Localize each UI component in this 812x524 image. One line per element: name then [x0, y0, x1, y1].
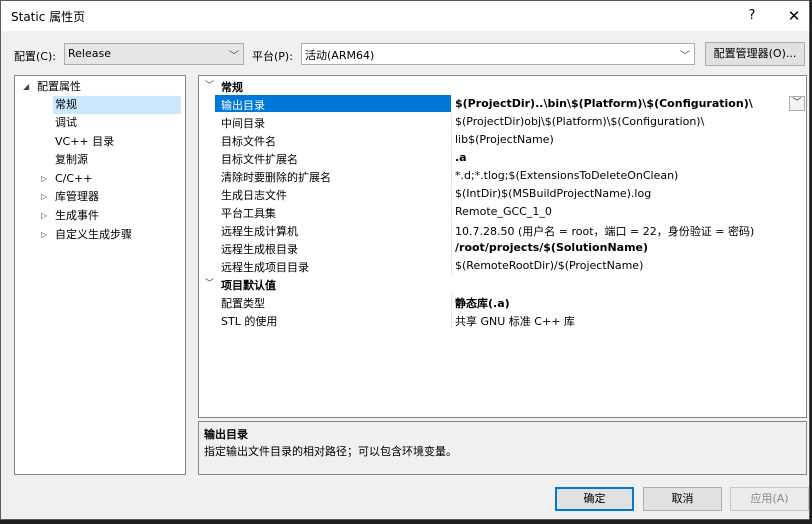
column-divider: [451, 203, 452, 220]
property-row[interactable]: 目标文件名 lib$(ProjectName): [199, 131, 806, 148]
config-value: Release: [68, 47, 111, 60]
property-value[interactable]: $(RemoteRootDir)/$(ProjectName): [455, 259, 643, 272]
property-row[interactable]: 配置类型 静态库(.a): [199, 293, 806, 310]
tree-item-debugging[interactable]: 调试: [55, 114, 77, 132]
property-value[interactable]: 静态库(.a): [455, 295, 510, 311]
collapsed-arrow-icon: ▷: [41, 192, 48, 201]
property-name: 目标文件扩展名: [221, 153, 298, 166]
property-value[interactable]: lib$(ProjectName): [455, 133, 554, 146]
column-divider: [451, 239, 452, 256]
platform-select[interactable]: 活动(ARM64) ﹀: [301, 43, 695, 65]
property-name: STL 的使用: [221, 315, 278, 328]
property-row[interactable]: STL 的使用 共享 GNU 标准 C++ 库: [199, 311, 806, 328]
chevron-down-icon: ﹀: [205, 81, 215, 91]
property-value[interactable]: $(ProjectDir)obj\$(Platform)\$(Configura…: [455, 115, 704, 128]
property-value[interactable]: Remote_GCC_1_0: [455, 205, 552, 218]
property-name: 清除时要删除的扩展名: [221, 171, 331, 184]
category-label: 常规: [221, 81, 243, 94]
property-row[interactable]: 中间目录 $(ProjectDir)obj\$(Platform)\$(Conf…: [199, 113, 806, 130]
window-title: Static 属性页: [11, 10, 86, 24]
property-value[interactable]: $(IntDir)$(MSBuildProjectName).log: [455, 187, 651, 200]
property-row[interactable]: 远程生成根目录 /root/projects/$(SolutionName): [199, 239, 806, 256]
collapsed-arrow-icon: ▷: [41, 230, 48, 239]
cancel-button[interactable]: 取消: [643, 487, 722, 511]
column-divider: [451, 185, 452, 202]
property-name: 远程生成根目录: [221, 243, 298, 256]
chevron-down-icon: ﹀: [680, 51, 690, 62]
property-row[interactable]: 输出目录 $(ProjectDir)..\bin\$(Platform)\$(C…: [199, 95, 806, 112]
property-grid: ﹀ 常规 输出目录 $(ProjectDir)..\bin\$(Platform…: [198, 75, 807, 418]
ok-button[interactable]: 确定: [555, 487, 634, 511]
tree-item-copy-sources[interactable]: 复制源: [55, 151, 88, 169]
property-value[interactable]: /root/projects/$(SolutionName): [455, 241, 648, 254]
close-button[interactable]: ✕: [783, 6, 805, 26]
config-select[interactable]: Release ﹀: [64, 43, 244, 65]
property-row[interactable]: 生成日志文件 $(IntDir)$(MSBuildProjectName).lo…: [199, 185, 806, 202]
property-pages-dialog: Static 属性页 ? ✕ 配置(C): Release ﹀ 平台(P): 活…: [0, 0, 810, 520]
title-bar: Static 属性页 ? ✕: [1, 1, 809, 31]
property-name: 中间目录: [221, 117, 265, 130]
tree-item-general[interactable]: 常规: [53, 96, 181, 114]
property-name: 平台工具集: [221, 207, 276, 220]
tree-item-label: 自定义生成步骤: [55, 228, 132, 241]
description-panel: 输出目录 指定输出文件目录的相对路径；可以包含环境变量。: [198, 421, 807, 475]
chevron-down-icon: ﹀: [205, 279, 215, 289]
column-divider: [451, 167, 452, 184]
property-row[interactable]: 清除时要删除的扩展名 *.d;*.tlog;$(ExtensionsToDele…: [199, 167, 806, 184]
property-row[interactable]: 目标文件扩展名 .a: [199, 149, 806, 166]
property-row[interactable]: 远程生成计算机 10.7.28.50 (用户名 = root，端口 = 22，身…: [199, 221, 806, 238]
column-divider: [451, 221, 452, 238]
column-divider: [451, 113, 452, 130]
platform-value: 活动(ARM64): [305, 49, 375, 62]
tree-item-vc-directories[interactable]: VC++ 目录: [55, 133, 114, 151]
description-title: 输出目录: [204, 428, 248, 441]
category-project-defaults[interactable]: ﹀ 项目默认值: [199, 275, 806, 292]
property-row[interactable]: 远程生成项目目录 $(RemoteRootDir)/$(ProjectName): [199, 257, 806, 274]
description-text: 指定输出文件目录的相对路径；可以包含环境变量。: [204, 445, 457, 458]
column-divider: [451, 149, 452, 166]
category-label: 项目默认值: [221, 279, 276, 292]
column-divider: [451, 293, 452, 310]
tree-item-label: 库管理器: [55, 190, 99, 203]
property-name: 输出目录: [221, 99, 265, 112]
collapsed-arrow-icon: ▷: [41, 174, 48, 183]
property-name: 目标文件名: [221, 135, 276, 148]
property-row[interactable]: 平台工具集 Remote_GCC_1_0: [199, 203, 806, 220]
property-value[interactable]: *.d;*.tlog;$(ExtensionsToDeleteOnClean): [455, 169, 678, 182]
column-divider: [451, 311, 452, 328]
property-name: 远程生成项目目录: [221, 261, 309, 274]
tree-item-label: 配置属性: [37, 80, 81, 93]
config-label: 配置(C):: [14, 50, 56, 63]
value-dropdown-button[interactable]: ﹀: [789, 96, 805, 111]
property-value[interactable]: $(ProjectDir)..\bin\$(Platform)\$(Config…: [455, 97, 753, 110]
expanded-arrow-icon: ◢: [23, 82, 30, 91]
help-button[interactable]: ?: [741, 6, 763, 26]
column-divider: [451, 257, 452, 274]
chevron-down-icon: ﹀: [229, 51, 239, 62]
tree-item-label: 调试: [55, 116, 77, 129]
tree-item-label: VC++ 目录: [55, 135, 115, 148]
tree-item-label: 复制源: [55, 153, 88, 166]
tree-item-label: 常规: [55, 98, 77, 111]
property-name: 生成日志文件: [221, 189, 287, 202]
column-divider: [451, 131, 452, 148]
tree-item-label: 生成事件: [55, 209, 99, 222]
property-value[interactable]: 10.7.28.50 (用户名 = root，端口 = 22，身份验证 = 密码…: [455, 223, 754, 239]
collapsed-arrow-icon: ▷: [41, 211, 48, 220]
property-tree: ◢ 配置属性 常规 调试 VC++ 目录 复制源 ▷ C/C++ ▷ 库管理器 …: [14, 75, 186, 475]
tree-item-label: C/C++: [55, 172, 93, 185]
platform-label: 平台(P):: [252, 50, 293, 63]
property-value[interactable]: 共享 GNU 标准 C++ 库: [455, 313, 575, 329]
apply-button[interactable]: 应用(A): [730, 487, 809, 511]
category-general[interactable]: ﹀ 常规: [199, 77, 806, 94]
property-name: 配置类型: [221, 297, 265, 310]
property-value[interactable]: .a: [455, 151, 467, 164]
property-name: 远程生成计算机: [221, 225, 298, 238]
config-manager-button[interactable]: 配置管理器(O)...: [705, 42, 805, 66]
